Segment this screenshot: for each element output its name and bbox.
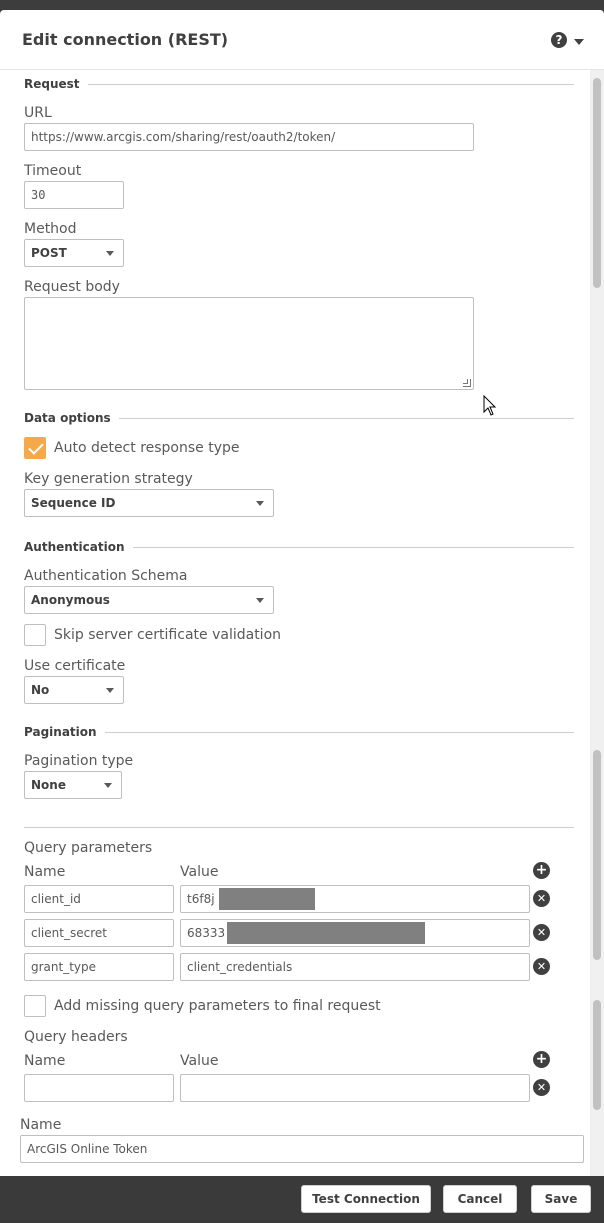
- query-param-value-header: Value: [180, 864, 219, 880]
- query-header-value-header: Value: [180, 1053, 219, 1069]
- pagination-section-divider: [24, 732, 574, 733]
- connection-name-label: Name: [20, 1117, 62, 1133]
- pagination-type-value: None: [31, 778, 66, 792]
- add-missing-params-label: Add missing query parameters to final re…: [54, 998, 381, 1014]
- resize-handle-icon[interactable]: [463, 379, 471, 387]
- method-label: Method: [24, 221, 77, 237]
- query-headers-title: Query headers: [24, 1029, 128, 1045]
- scrollbar-thumb-bottom[interactable]: [593, 1000, 601, 1110]
- dialog-title: Edit connection (REST): [22, 30, 229, 49]
- window-frame: [0, 0, 604, 10]
- scrollbar[interactable]: [590, 70, 604, 1176]
- remove-query-param-close-icon[interactable]: ✕: [533, 958, 550, 975]
- query-header-value-input[interactable]: [180, 1074, 530, 1102]
- redacted-block: [227, 922, 425, 944]
- use-cert-select[interactable]: No: [24, 676, 124, 704]
- query-param-name-input[interactable]: client_secret: [24, 919, 174, 947]
- request-section-title: Request: [24, 77, 88, 91]
- scrollbar-thumb-top[interactable]: [593, 78, 601, 288]
- test-connection-button[interactable]: Test Connection: [301, 1185, 431, 1213]
- auto-detect-label: Auto detect response type: [54, 440, 240, 456]
- query-header-name-input[interactable]: [24, 1074, 174, 1102]
- request-body-label: Request body: [24, 279, 120, 295]
- query-param-value-input[interactable]: t6f8j: [180, 885, 530, 913]
- chevron-down-icon: [106, 688, 114, 693]
- save-button[interactable]: Save: [531, 1185, 591, 1213]
- pagination-type-label: Pagination type: [24, 753, 134, 769]
- query-header-name-header: Name: [24, 1053, 66, 1069]
- auto-detect-checkbox[interactable]: [24, 437, 46, 459]
- authentication-section-title: Authentication: [24, 540, 133, 554]
- key-strategy-value: Sequence ID: [31, 496, 116, 510]
- dialog-header: Edit connection (REST) ?: [0, 10, 604, 70]
- method-select[interactable]: POST: [24, 239, 124, 267]
- connection-name-input[interactable]: ArcGIS Online Token: [20, 1135, 584, 1163]
- timeout-label: Timeout: [24, 163, 82, 179]
- query-section-divider: [24, 827, 574, 828]
- add-missing-params-checkbox[interactable]: [24, 995, 46, 1017]
- add-query-param-plus-icon[interactable]: +: [533, 862, 550, 879]
- data-options-section-title: Data options: [24, 411, 119, 425]
- redacted-block: [219, 888, 315, 910]
- help-menu-chevron-down-icon[interactable]: [574, 39, 584, 45]
- method-select-value: POST: [31, 246, 67, 260]
- query-param-name-input[interactable]: grant_type: [24, 953, 174, 981]
- pagination-type-select[interactable]: None: [24, 771, 122, 799]
- skip-cert-label: Skip server certificate validation: [54, 627, 282, 643]
- query-param-value-input[interactable]: 68333: [180, 919, 530, 947]
- pagination-section-title: Pagination: [24, 725, 105, 739]
- edit-connection-dialog: Edit connection (REST) ? Request URL htt…: [0, 10, 604, 1176]
- url-label: URL: [24, 105, 52, 121]
- query-param-name-header: Name: [24, 864, 66, 880]
- key-strategy-label: Key generation strategy: [24, 471, 193, 487]
- query-param-value-text: t6f8j: [187, 892, 215, 906]
- chevron-down-icon: [256, 598, 264, 603]
- request-body-textarea[interactable]: [24, 297, 474, 390]
- query-param-name-input[interactable]: client_id: [24, 885, 174, 913]
- chevron-down-icon: [256, 501, 264, 506]
- use-cert-value: No: [31, 683, 50, 697]
- chevron-down-icon: [104, 783, 112, 788]
- cancel-button[interactable]: Cancel: [443, 1185, 517, 1213]
- remove-query-param-close-icon[interactable]: ✕: [533, 924, 550, 941]
- auth-schema-value: Anonymous: [31, 593, 110, 607]
- timeout-input[interactable]: 30: [24, 181, 124, 209]
- mouse-cursor-icon: [483, 395, 497, 416]
- remove-query-header-close-icon[interactable]: ✕: [533, 1079, 550, 1096]
- auth-schema-select[interactable]: Anonymous: [24, 586, 274, 614]
- query-param-value-text: 68333: [187, 926, 226, 940]
- skip-cert-checkbox[interactable]: [24, 624, 46, 646]
- query-param-value-input[interactable]: client_credentials: [180, 953, 530, 981]
- use-cert-label: Use certificate: [24, 658, 126, 674]
- request-section-divider: [24, 84, 574, 85]
- help-icon[interactable]: ?: [551, 32, 567, 48]
- key-strategy-select[interactable]: Sequence ID: [24, 489, 274, 517]
- url-input[interactable]: https://www.arcgis.com/sharing/rest/oaut…: [24, 123, 474, 151]
- chevron-down-icon: [106, 251, 114, 256]
- scrollbar-thumb-middle[interactable]: [593, 750, 601, 960]
- add-query-header-plus-icon[interactable]: +: [533, 1051, 550, 1068]
- remove-query-param-close-icon[interactable]: ✕: [533, 890, 550, 907]
- query-parameters-title: Query parameters: [24, 840, 153, 856]
- auth-schema-label: Authentication Schema: [24, 568, 188, 584]
- dialog-footer: Test Connection Cancel Save: [0, 1176, 604, 1223]
